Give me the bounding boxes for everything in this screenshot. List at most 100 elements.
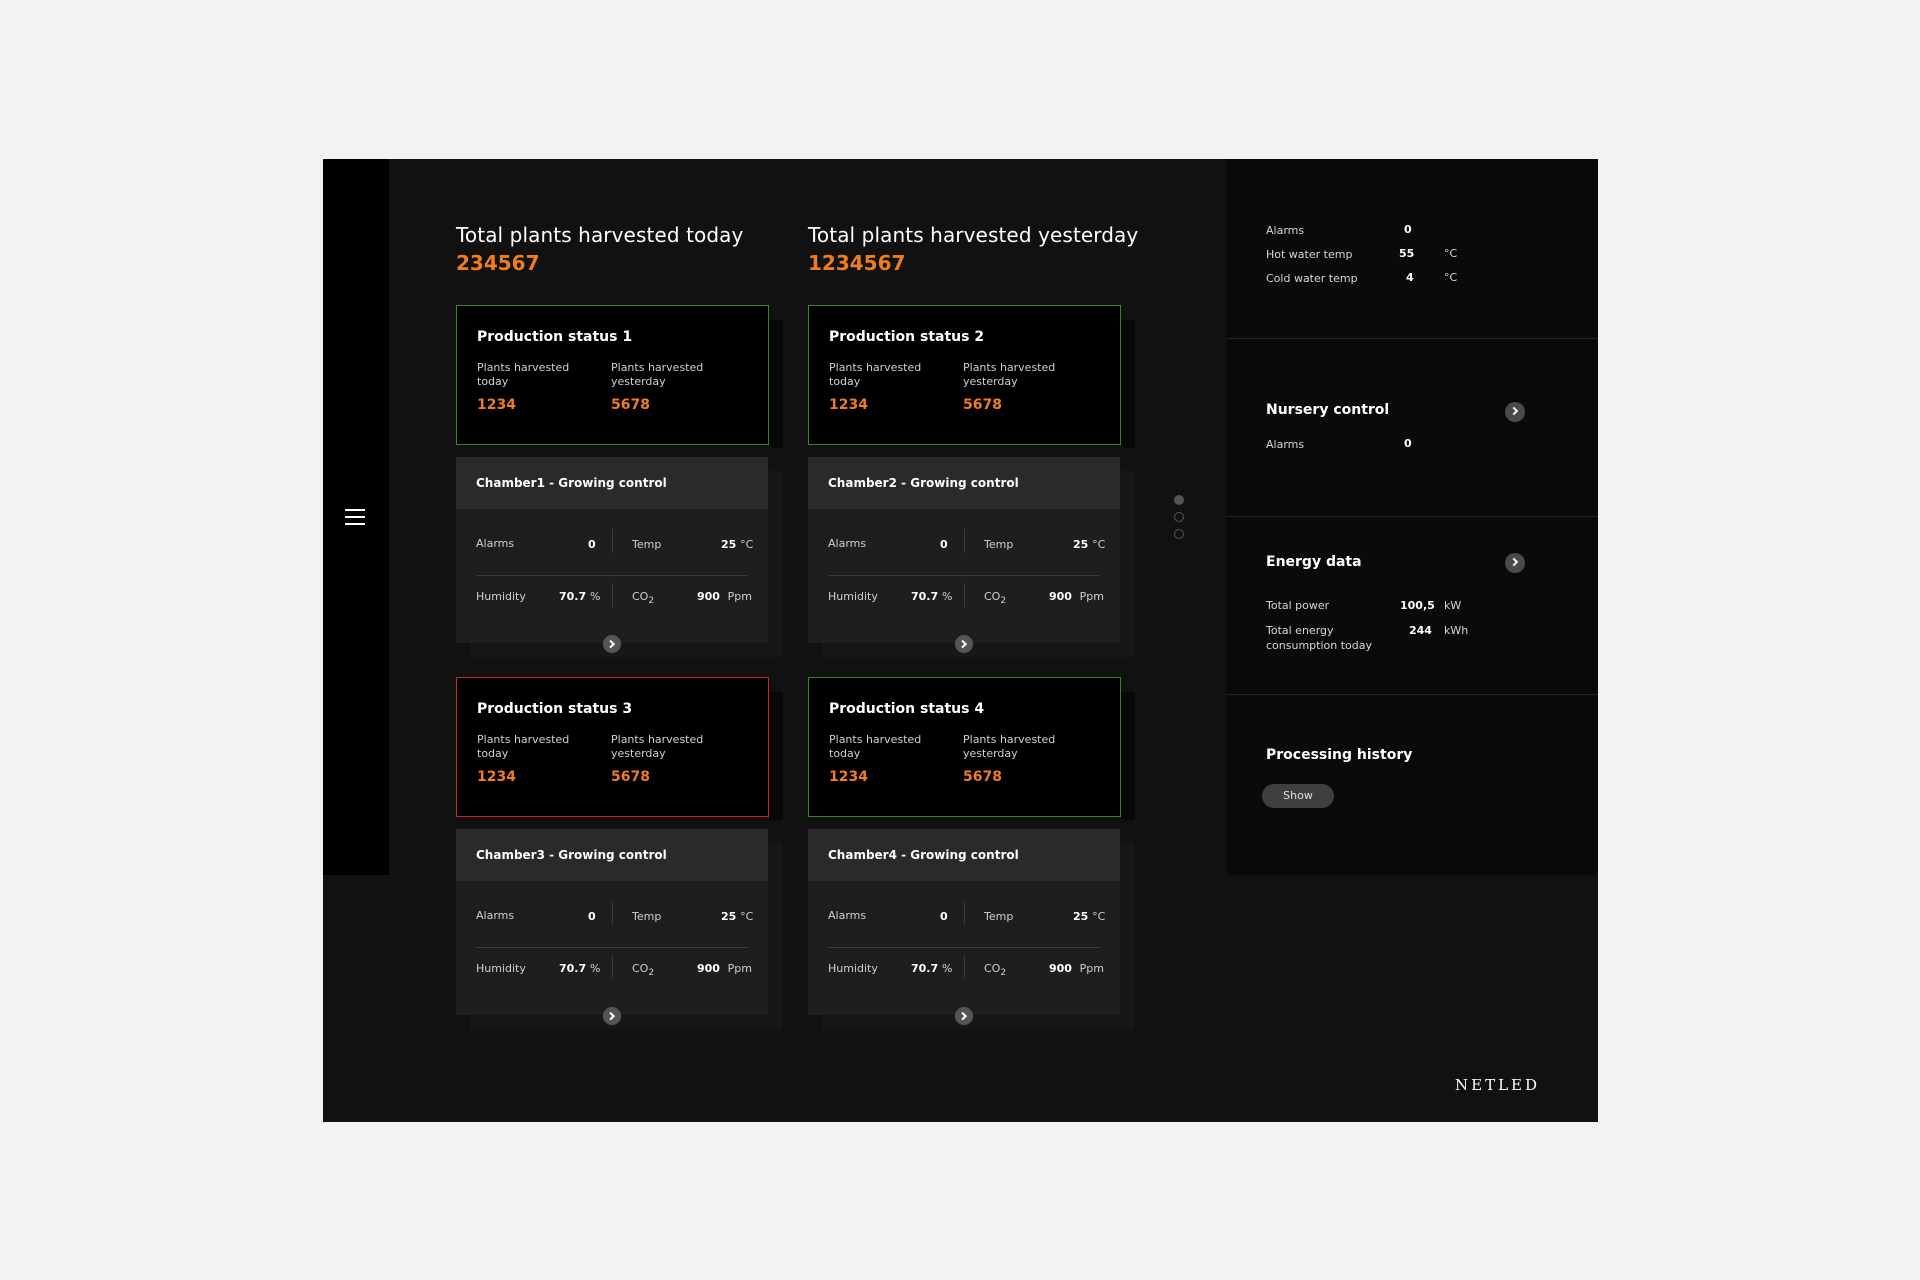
nursery-title: Nursery control	[1266, 402, 1390, 418]
plants-today-label: Plants harvested today	[477, 733, 570, 760]
chamber-temp-value: 25 °C	[721, 538, 754, 551]
chamber-alarms-value: 0	[940, 910, 948, 923]
show-history-button[interactable]: Show	[1262, 784, 1334, 808]
chamber-open-button[interactable]	[603, 1007, 621, 1025]
nursery-open-button[interactable]	[1505, 402, 1525, 422]
page-dot[interactable]	[1174, 529, 1184, 539]
plants-yesterday-label: Plants harvested yesterday	[611, 361, 704, 388]
chamber-header[interactable]: Chamber3 - Growing control	[456, 829, 768, 881]
page-dot[interactable]	[1174, 512, 1184, 522]
cold-water-value: 4	[1406, 271, 1414, 284]
chamber-temp-label: Temp	[984, 538, 1014, 551]
chamber-open-button[interactable]	[955, 635, 973, 653]
total-today-label: Total plants harvested today	[456, 223, 744, 247]
chamber-humidity-value: 70.7 %	[911, 590, 953, 603]
hot-water-value: 55	[1399, 247, 1415, 260]
energy-consumption-label: Total energy consumption today	[1266, 624, 1372, 652]
chamber-header[interactable]: Chamber2 - Growing control	[808, 457, 1120, 509]
plants-yesterday-value: 5678	[611, 769, 650, 785]
chamber-co2-value: 900 Ppm	[1049, 962, 1104, 975]
chamber-co2-label: CO2	[632, 590, 655, 607]
temp-unit: °C	[1092, 538, 1106, 551]
humidity-unit: %	[589, 590, 601, 603]
chamber-co2-value: 900 Ppm	[697, 590, 752, 603]
left-rail	[323, 159, 389, 875]
production-status-title: Production status 4	[829, 701, 985, 717]
chamber-alarms-label: Alarms	[828, 909, 867, 922]
production-status-card[interactable]: Production status 1 Plants harvested tod…	[456, 305, 783, 448]
summary-section: Alarms 0 Hot water temp 55 °C Cold water…	[1226, 159, 1598, 339]
hot-water-label: Hot water temp	[1266, 248, 1353, 261]
chamber-co2-label: CO2	[984, 962, 1007, 979]
plants-today-value: 1234	[829, 769, 868, 785]
co2-unit: Ppm	[727, 962, 752, 975]
page-indicator	[1174, 495, 1184, 546]
humidity-unit: %	[589, 962, 601, 975]
chevron-right-icon	[1509, 406, 1519, 416]
temp-unit: °C	[1092, 910, 1106, 923]
plants-yesterday-value: 5678	[611, 397, 650, 413]
chamber-co2-label: CO2	[632, 962, 655, 979]
plants-today-label: Plants harvested today	[829, 361, 922, 388]
plants-today-value: 1234	[829, 397, 868, 413]
humidity-unit: %	[941, 962, 953, 975]
nursery-alarms-value: 0	[1404, 437, 1412, 450]
plants-today-label: Plants harvested today	[829, 733, 922, 760]
chamber-temp-value: 25 °C	[1073, 538, 1106, 551]
chamber-open-button[interactable]	[955, 1007, 973, 1025]
temp-unit: °C	[740, 538, 754, 551]
plants-yesterday-label: Plants harvested yesterday	[963, 733, 1056, 760]
hot-water-unit: °C	[1444, 247, 1458, 260]
energy-open-button[interactable]	[1505, 553, 1525, 573]
hamburger-icon[interactable]	[345, 507, 367, 529]
plants-today-value: 1234	[477, 769, 516, 785]
energy-consumption-unit: kWh	[1444, 624, 1469, 637]
chamber-title: Chamber4 - Growing control	[828, 848, 1019, 862]
plants-today-label: Plants harvested today	[477, 361, 570, 388]
plants-yesterday-label: Plants harvested yesterday	[611, 733, 704, 760]
chamber-header[interactable]: Chamber4 - Growing control	[808, 829, 1120, 881]
temp-unit: °C	[740, 910, 754, 923]
chamber-alarms-value: 0	[588, 538, 596, 551]
energy-title: Energy data	[1266, 554, 1362, 570]
chamber-co2-label: CO2	[984, 590, 1007, 607]
plants-yesterday-label: Plants harvested yesterday	[963, 361, 1056, 388]
production-status-card[interactable]: Production status 2 Plants harvested tod…	[808, 305, 1135, 448]
nursery-alarms-label: Alarms	[1266, 438, 1305, 451]
cold-water-unit: °C	[1444, 271, 1458, 284]
chamber-title: Chamber2 - Growing control	[828, 476, 1019, 490]
history-title: Processing history	[1266, 747, 1413, 763]
chevron-right-icon	[1509, 557, 1519, 567]
cold-water-label: Cold water temp	[1266, 272, 1358, 285]
chamber-title: Chamber3 - Growing control	[476, 848, 667, 862]
co2-unit: Ppm	[1079, 590, 1104, 603]
chamber-card: Chamber2 - Growing control Alarms 0 Temp…	[808, 457, 1134, 657]
total-harvested-yesterday: Total plants harvested yesterday 1234567	[808, 223, 1138, 275]
production-status-card[interactable]: Production status 3 Plants harvested tod…	[456, 677, 783, 820]
total-power-unit: kW	[1444, 599, 1462, 612]
alarms-value: 0	[1404, 223, 1412, 236]
netled-logo: NETLED	[1455, 1076, 1541, 1094]
chamber-humidity-label: Humidity	[828, 962, 878, 975]
chamber-title: Chamber1 - Growing control	[476, 476, 667, 490]
total-today-value: 234567	[456, 251, 540, 275]
chamber-co2-value: 900 Ppm	[1049, 590, 1104, 603]
production-status-card[interactable]: Production status 4 Plants harvested tod…	[808, 677, 1135, 820]
energy-consumption-value: 244	[1409, 624, 1432, 637]
chamber-header[interactable]: Chamber1 - Growing control	[456, 457, 768, 509]
chamber-temp-value: 25 °C	[1073, 910, 1106, 923]
total-harvested-today: Total plants harvested today 234567	[456, 223, 743, 275]
chamber-open-button[interactable]	[603, 635, 621, 653]
co2-unit: Ppm	[727, 590, 752, 603]
chamber-temp-value: 25 °C	[721, 910, 754, 923]
total-yesterday-label: Total plants harvested yesterday	[808, 223, 1139, 247]
chamber-alarms-label: Alarms	[828, 537, 867, 550]
chamber-humidity-value: 70.7 %	[559, 962, 601, 975]
chamber-card: Chamber1 - Growing control Alarms 0 Temp…	[456, 457, 782, 657]
total-power-value: 100,5	[1400, 599, 1435, 612]
chamber-alarms-value: 0	[588, 910, 596, 923]
chamber-card: Chamber4 - Growing control Alarms 0 Temp…	[808, 829, 1134, 1029]
production-status-title: Production status 2	[829, 329, 985, 345]
page-dot[interactable]	[1174, 495, 1184, 505]
chamber-humidity-value: 70.7 %	[911, 962, 953, 975]
